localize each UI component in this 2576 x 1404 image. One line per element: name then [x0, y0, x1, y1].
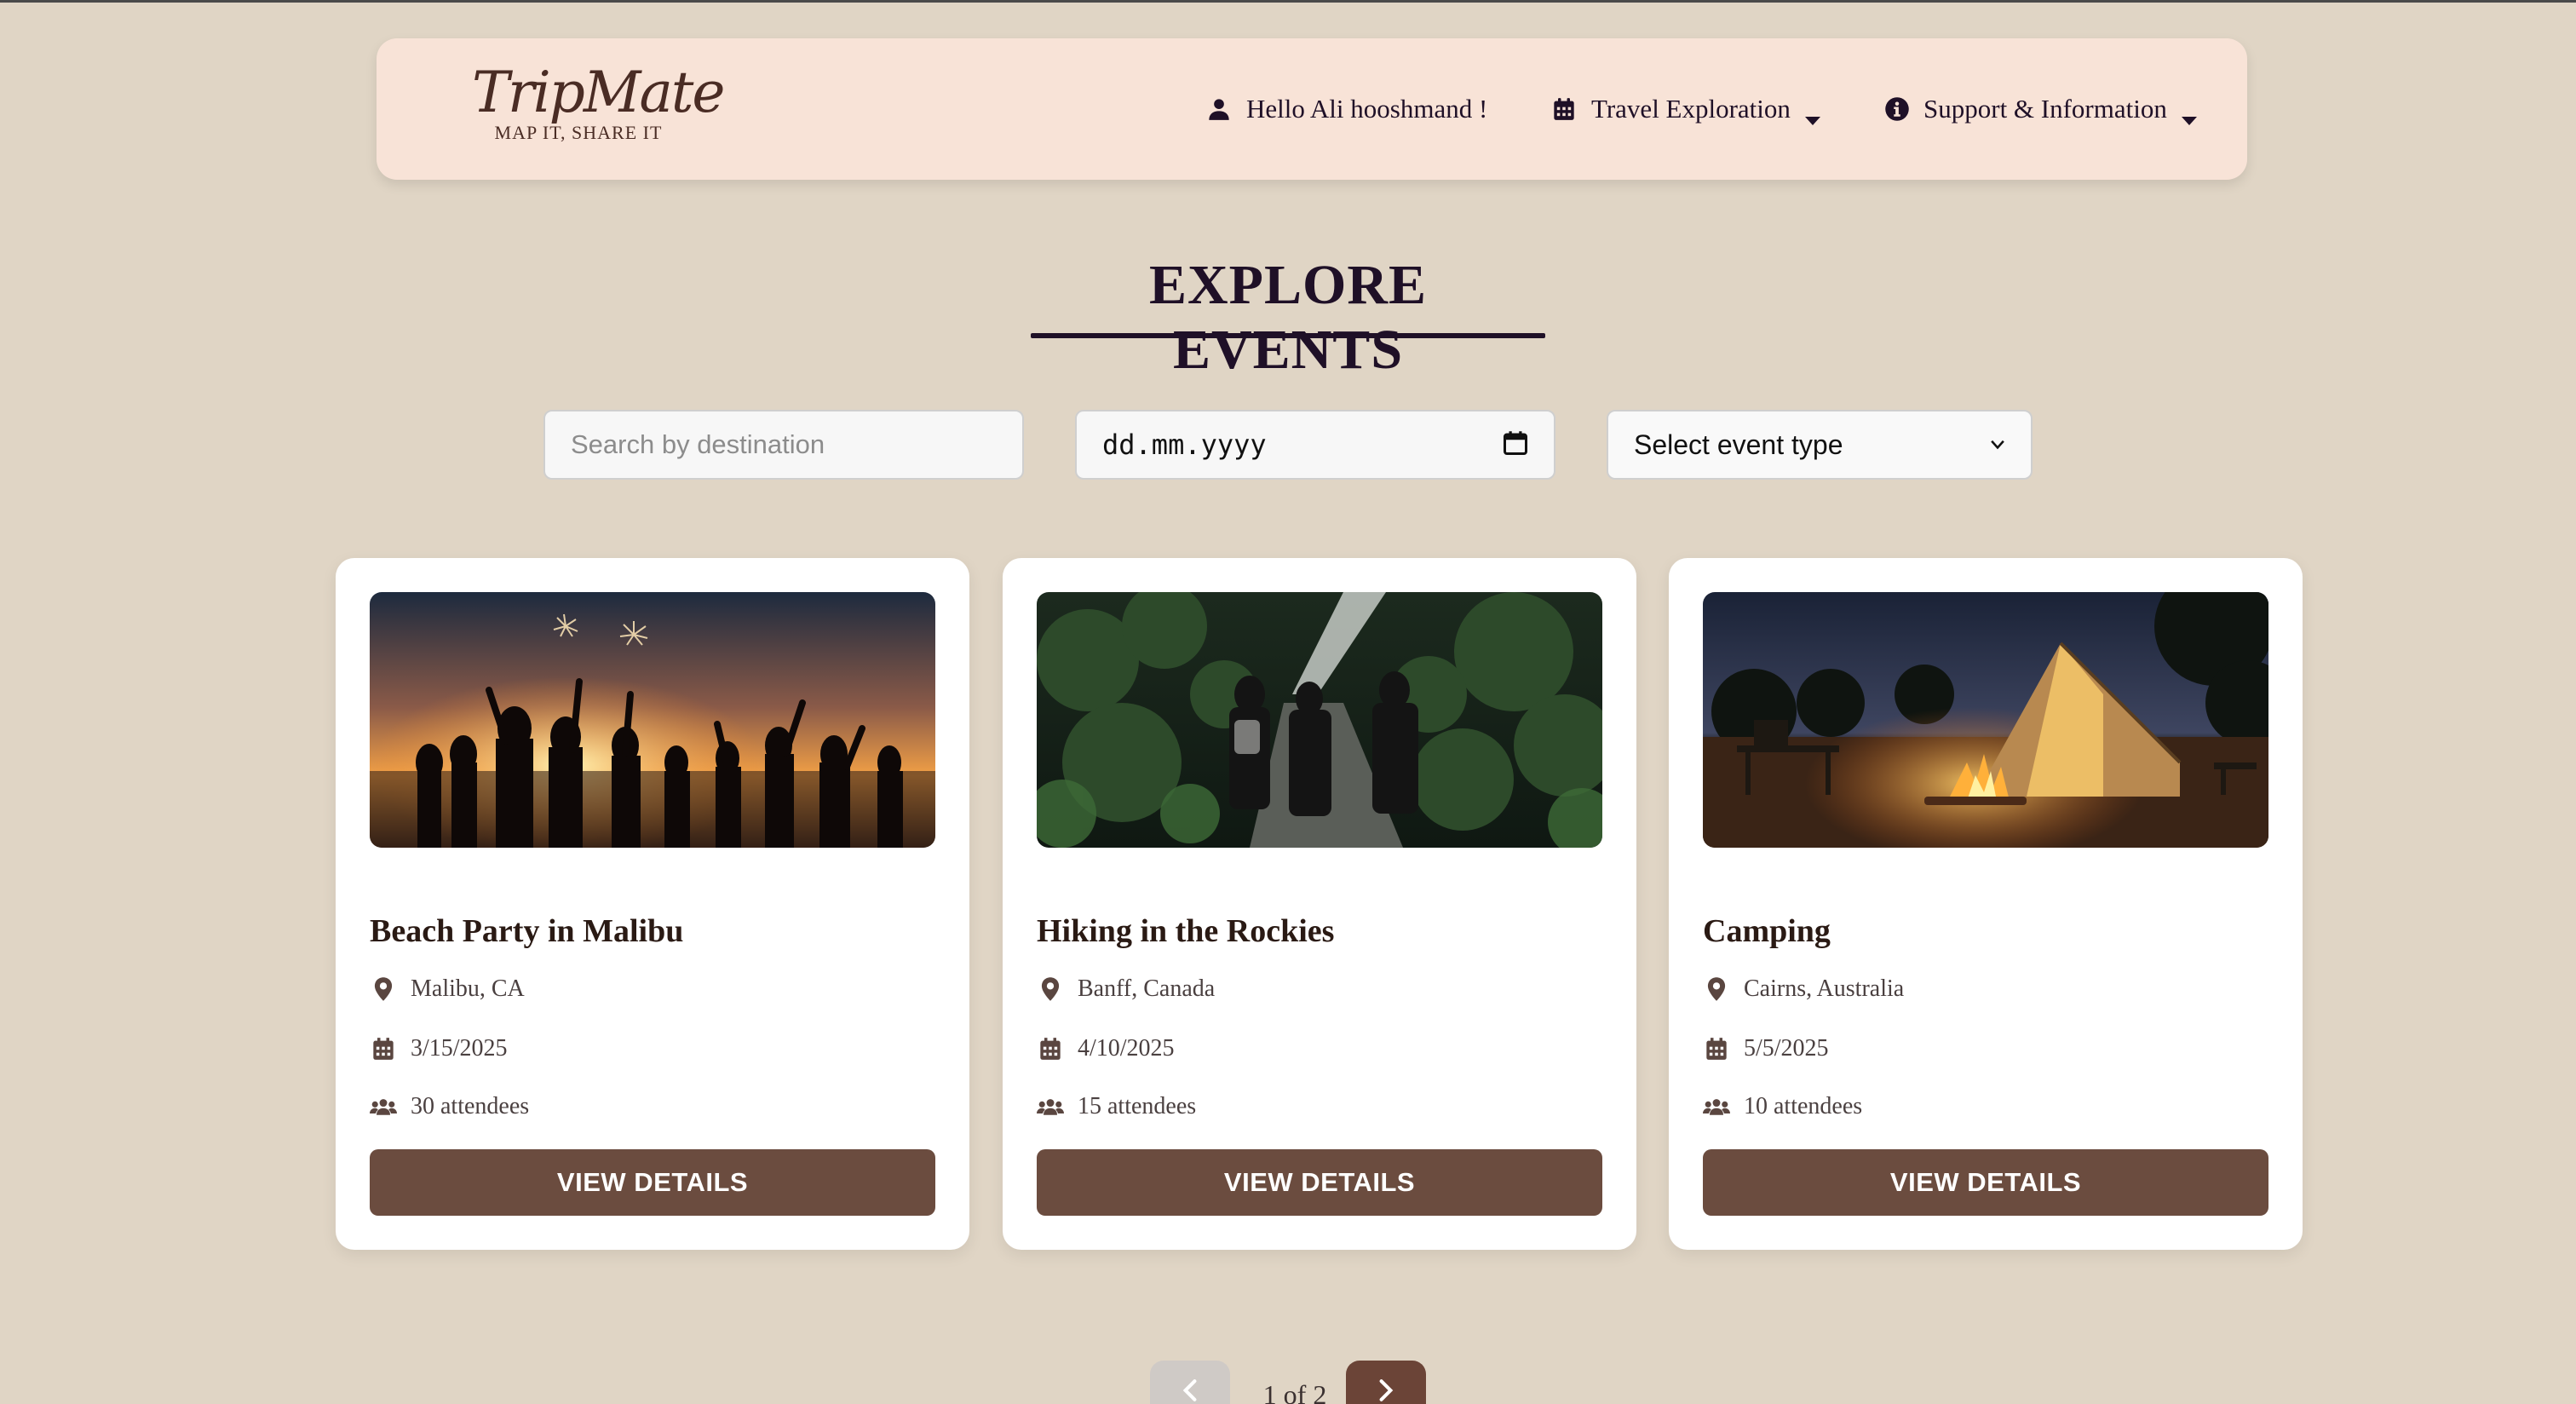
page-title: EXPLORE EVENTS: [1148, 254, 1428, 381]
calendar-icon: [1703, 1035, 1730, 1062]
previous-page-button[interactable]: [1150, 1361, 1230, 1404]
calendar-picker-icon[interactable]: [1503, 430, 1528, 459]
user-icon: [1207, 96, 1233, 122]
calendar-icon: [1037, 1035, 1064, 1062]
event-image: [1037, 592, 1602, 848]
map-pin-icon: [1037, 975, 1064, 1003]
event-date-text: 3/15/2025: [411, 1035, 508, 1062]
event-location: Banff, Canada: [1037, 975, 1215, 1003]
event-attendees: 15 attendees: [1037, 1093, 1196, 1120]
event-attendees: 30 attendees: [370, 1093, 529, 1120]
event-location: Malibu, CA: [370, 975, 525, 1003]
page-indicator: 1 of 2: [1262, 1379, 1327, 1404]
logo-wordmark: TripMate: [472, 60, 725, 125]
greeting-label: Hello Ali hooshmand !: [1246, 94, 1488, 124]
caret-down-icon: [2181, 103, 2198, 125]
date-placeholder: dd.mm.yyyy: [1102, 429, 1267, 461]
info-icon: [1884, 96, 1910, 122]
event-title: Camping: [1703, 913, 1831, 949]
users-icon: [1703, 1093, 1730, 1120]
event-location-text: Cairns, Australia: [1744, 975, 1905, 1002]
event-location-text: Banff, Canada: [1078, 975, 1216, 1002]
user-greeting-menu[interactable]: Hello Ali hooshmand !: [1207, 38, 1487, 180]
users-icon: [1037, 1093, 1064, 1120]
caret-down-icon: [1804, 103, 1821, 125]
travel-exploration-menu[interactable]: Travel Exploration: [1552, 38, 1821, 180]
chevron-right-icon: [1379, 1379, 1394, 1401]
map-pin-icon: [370, 975, 397, 1003]
event-date-text: 5/5/2025: [1744, 1035, 1829, 1062]
top-navbar: TripMate MAP IT, SHARE IT Hello Ali hoos…: [377, 38, 2247, 180]
view-details-button[interactable]: VIEW DETAILS: [1037, 1149, 1602, 1216]
search-field: [543, 410, 1024, 480]
event-card: Beach Party in Malibu Malibu, CA 3/15/20…: [336, 558, 969, 1250]
date-input[interactable]: dd.mm.yyyy: [1075, 410, 1555, 480]
travel-exploration-label: Travel Exploration: [1591, 94, 1791, 124]
map-pin-icon: [1703, 975, 1730, 1003]
users-icon: [370, 1093, 397, 1120]
event-title: Beach Party in Malibu: [370, 913, 684, 949]
event-date: 5/5/2025: [1703, 1035, 1829, 1062]
search-input[interactable]: [545, 411, 1022, 478]
event-title: Hiking in the Rockies: [1037, 913, 1335, 949]
event-image: [370, 592, 935, 848]
event-card: Hiking in the Rockies Banff, Canada 4/10…: [1003, 558, 1636, 1250]
view-details-button[interactable]: VIEW DETAILS: [370, 1149, 935, 1216]
logo-tagline: MAP IT, SHARE IT: [494, 122, 663, 143]
support-information-label: Support & Information: [1923, 94, 2167, 124]
event-date-text: 4/10/2025: [1078, 1035, 1175, 1062]
view-details-button[interactable]: VIEW DETAILS: [1703, 1149, 2268, 1216]
next-page-button[interactable]: [1346, 1361, 1426, 1404]
support-information-menu[interactable]: Support & Information: [1884, 38, 2198, 180]
calendar-icon: [1552, 96, 1578, 122]
event-attendees-text: 30 attendees: [411, 1093, 530, 1119]
event-image: [1703, 592, 2268, 848]
calendar-icon: [370, 1035, 397, 1062]
chevron-left-icon: [1182, 1379, 1197, 1401]
event-type-select[interactable]: Select event type: [1607, 410, 2033, 480]
title-underline: [1031, 333, 1545, 338]
event-type-selected: Select event type: [1634, 429, 1843, 460]
chevron-down-icon: [1990, 437, 2005, 453]
event-date: 4/10/2025: [1037, 1035, 1175, 1062]
event-location: Cairns, Australia: [1703, 975, 1904, 1003]
event-card: Camping Cairns, Australia 5/5/2025 10 at…: [1669, 558, 2303, 1250]
event-attendees-text: 15 attendees: [1078, 1093, 1197, 1119]
event-location-text: Malibu, CA: [411, 975, 525, 1002]
event-attendees-text: 10 attendees: [1744, 1093, 1863, 1119]
logo[interactable]: TripMate MAP IT, SHARE IT: [472, 59, 725, 152]
event-attendees: 10 attendees: [1703, 1093, 1862, 1120]
event-date: 3/15/2025: [370, 1035, 508, 1062]
